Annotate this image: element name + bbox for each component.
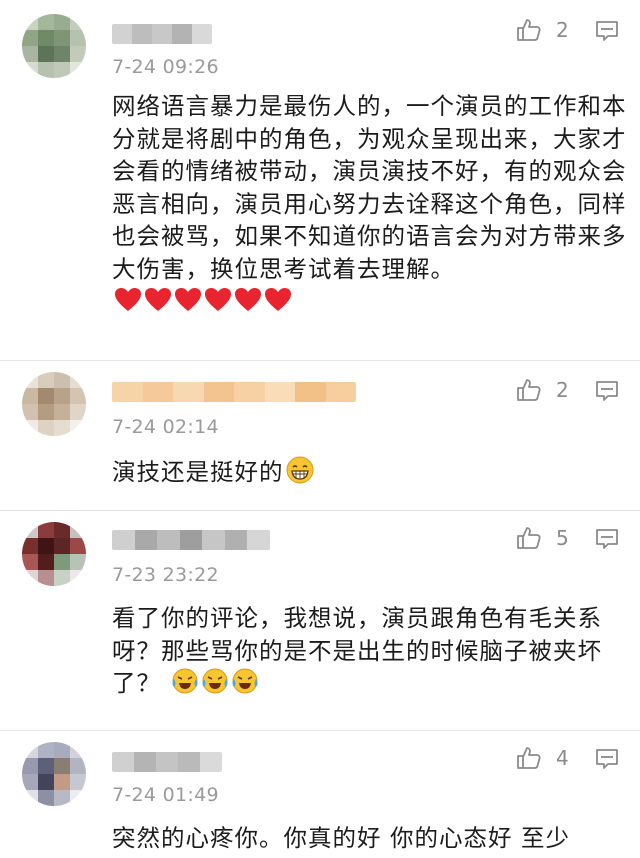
comment-body: 突然的心疼你。你真的好 你的心态好 至少: [112, 824, 570, 852]
username-blurred[interactable]: [112, 752, 222, 772]
comment-text: 演技还是挺好的: [112, 456, 628, 489]
comment-item: 7-24 02:14 2 演技还是挺好的: [0, 360, 640, 510]
comment-body: 网络语言暴力是最伤人的，一个演员的工作和本分就是将剧中的角色，为观众呈现出来，大…: [112, 92, 627, 283]
red-heart-emoji: [175, 288, 201, 311]
reply-button[interactable]: [595, 380, 619, 406]
comment-text: 看了你的评论，我想说，演员跟角色有毛关系呀？那些骂你的是不是出生的时候脑子被夹坏…: [112, 602, 628, 700]
emoji-group: [112, 287, 292, 315]
comment-item: 7-24 01:49 4 突然的心疼你。你真的好 你的心态好 至少: [0, 730, 640, 858]
red-heart-emoji: [115, 288, 141, 311]
comment-body: 演技还是挺好的: [112, 458, 284, 486]
avatar[interactable]: [22, 372, 86, 436]
red-heart-emoji: [145, 288, 171, 311]
tears-of-joy-emoji: [202, 668, 228, 694]
avatar[interactable]: [22, 14, 86, 78]
red-heart-emoji: [205, 288, 231, 311]
comment-text: 突然的心疼你。你真的好 你的心态好 至少: [112, 822, 628, 855]
comment-item: 7-23 23:22 5 看了你的评论，我想说，演员跟角色有毛关系呀？那些骂你的…: [0, 510, 640, 730]
like-count: 5: [556, 526, 569, 550]
timestamp: 7-23 23:22: [112, 564, 219, 586]
username-blurred[interactable]: [112, 24, 212, 44]
comment-text: 网络语言暴力是最伤人的，一个演员的工作和本分就是将剧中的角色，为观众呈现出来，大…: [112, 90, 628, 318]
like-count: 4: [556, 746, 569, 770]
comment-item: 7-24 09:26 2 网络语言暴力是最伤人的，一个演员的工作和本分就是将剧中…: [0, 0, 640, 360]
comment-icon: [596, 529, 618, 549]
like-button[interactable]: 4: [516, 746, 569, 770]
like-count: 2: [556, 18, 569, 42]
grinning-face-emoji: [286, 456, 313, 484]
like-count: 2: [556, 378, 569, 402]
timestamp: 7-24 02:14: [112, 416, 219, 438]
red-heart-emoji: [265, 288, 291, 311]
reply-button[interactable]: [595, 748, 619, 774]
thumbs-up-icon: [517, 379, 541, 401]
timestamp: 7-24 09:26: [112, 56, 219, 78]
thumbs-up-icon: [517, 19, 541, 41]
avatar[interactable]: [22, 742, 86, 806]
username-blurred[interactable]: [112, 382, 356, 402]
emoji-group: [161, 668, 259, 697]
red-heart-emoji: [235, 288, 261, 311]
reply-button[interactable]: [595, 528, 619, 554]
like-button[interactable]: 2: [516, 378, 569, 402]
like-button[interactable]: 5: [516, 526, 569, 550]
comment-icon: [596, 21, 618, 41]
username-blurred[interactable]: [112, 530, 270, 550]
thumbs-up-icon: [517, 747, 541, 769]
timestamp: 7-24 01:49: [112, 784, 219, 806]
tears-of-joy-emoji: [232, 668, 258, 694]
comment-icon: [596, 749, 618, 769]
tears-of-joy-emoji: [172, 668, 198, 694]
comment-icon: [596, 381, 618, 401]
avatar[interactable]: [22, 522, 86, 586]
thumbs-up-icon: [517, 527, 541, 549]
reply-button[interactable]: [595, 20, 619, 46]
like-button[interactable]: 2: [516, 18, 569, 42]
